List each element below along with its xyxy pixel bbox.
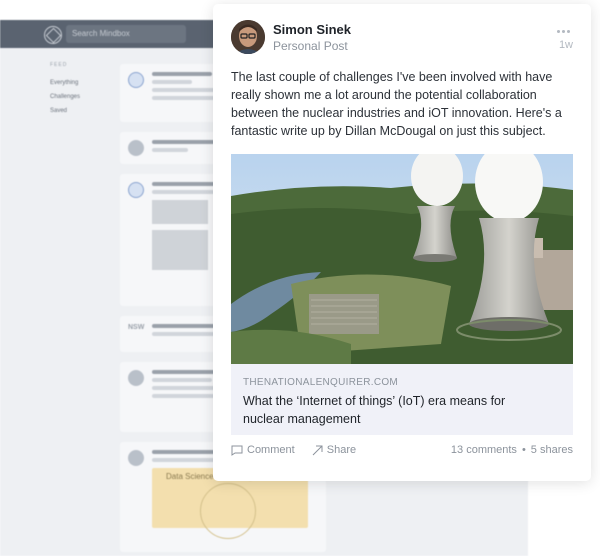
- comment-button[interactable]: Comment: [231, 444, 295, 456]
- post-actions: Comment Share: [231, 444, 370, 459]
- avatar: [128, 450, 144, 466]
- timestamp: 1w: [558, 39, 573, 51]
- sidebar-item-everything[interactable]: Everything: [40, 76, 112, 90]
- sidebar-item-saved[interactable]: Saved: [40, 104, 112, 118]
- avatar: [128, 370, 144, 386]
- share-button[interactable]: Share: [312, 444, 356, 456]
- comment-icon: [231, 445, 243, 456]
- sidebar: FEED Everything Challenges Saved: [40, 62, 112, 118]
- link-preview[interactable]: THENATIONALENQUIRER.COM What the ‘Intern…: [231, 154, 573, 435]
- avatar: [128, 72, 144, 88]
- post-image: [152, 230, 208, 270]
- nsw-logo: NSW: [128, 324, 145, 331]
- avatar: [128, 140, 144, 156]
- link-domain: THENATIONALENQUIRER.COM: [243, 377, 399, 388]
- logo-icon: [44, 26, 62, 44]
- post-image: [152, 200, 208, 224]
- post-body: The last couple of challenges I've been …: [231, 70, 562, 138]
- search-input[interactable]: Search Mindbox: [66, 25, 186, 43]
- sidebar-item-challenges[interactable]: Challenges: [40, 90, 112, 104]
- comment-label: Comment: [247, 444, 295, 456]
- comment-count[interactable]: 13 comments: [451, 444, 517, 456]
- share-label: Share: [326, 444, 357, 456]
- avatar: [128, 182, 144, 198]
- post-type-label: Personal Post: [273, 39, 348, 53]
- cooling-towers-image: [231, 154, 573, 364]
- share-icon: [312, 445, 323, 455]
- post-card: Simon Sinek Personal Post 1w The last co…: [213, 4, 591, 481]
- sidebar-heading: FEED: [50, 62, 68, 68]
- author-name[interactable]: Simon Sinek: [273, 22, 351, 37]
- share-count[interactable]: 5 shares: [531, 444, 573, 456]
- more-icon[interactable]: [557, 20, 573, 34]
- avatar[interactable]: [231, 20, 265, 54]
- post-stats: 13 comments • 5 shares: [450, 444, 573, 456]
- link-title[interactable]: What the ‘Internet of things’ (IoT) era …: [243, 392, 543, 428]
